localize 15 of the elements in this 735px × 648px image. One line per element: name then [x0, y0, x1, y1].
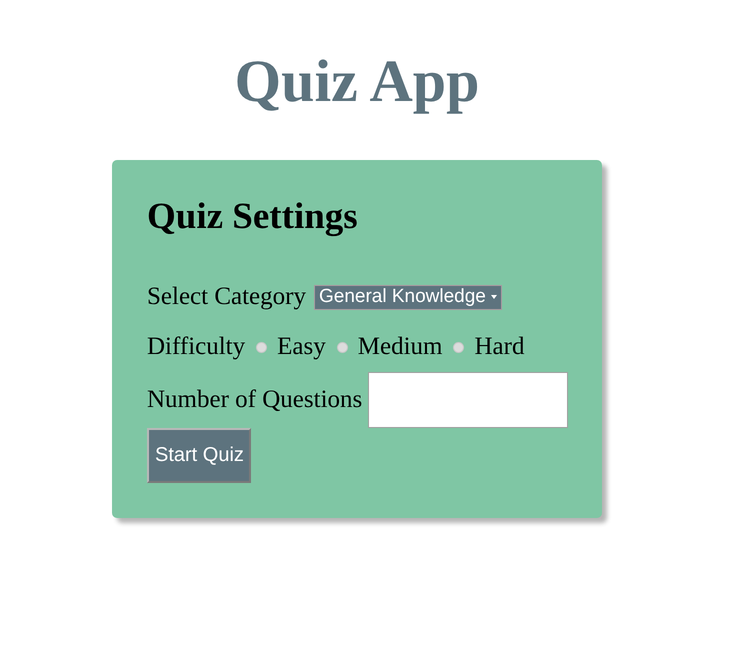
category-dropdown[interactable]: General Knowledge	[314, 284, 502, 310]
start-quiz-button[interactable]: Start Quiz	[147, 428, 251, 483]
caret-icon	[490, 295, 497, 299]
radio-button[interactable]	[453, 342, 464, 352]
field-label: Number of Questions	[147, 386, 362, 414]
radio-label[interactable]: Medium	[358, 333, 442, 361]
radio-button[interactable]	[336, 342, 348, 352]
radio-button[interactable]	[256, 342, 268, 352]
field-label: Difficulty	[147, 333, 246, 361]
field-label: Select Category	[147, 283, 306, 311]
app-title: Quiz App	[234, 47, 480, 116]
questions-input[interactable]	[368, 372, 568, 428]
settings-heading: Quiz Settings	[147, 195, 358, 238]
radio-label[interactable]: Hard	[474, 333, 524, 361]
radio-label[interactable]: Easy	[277, 333, 326, 361]
